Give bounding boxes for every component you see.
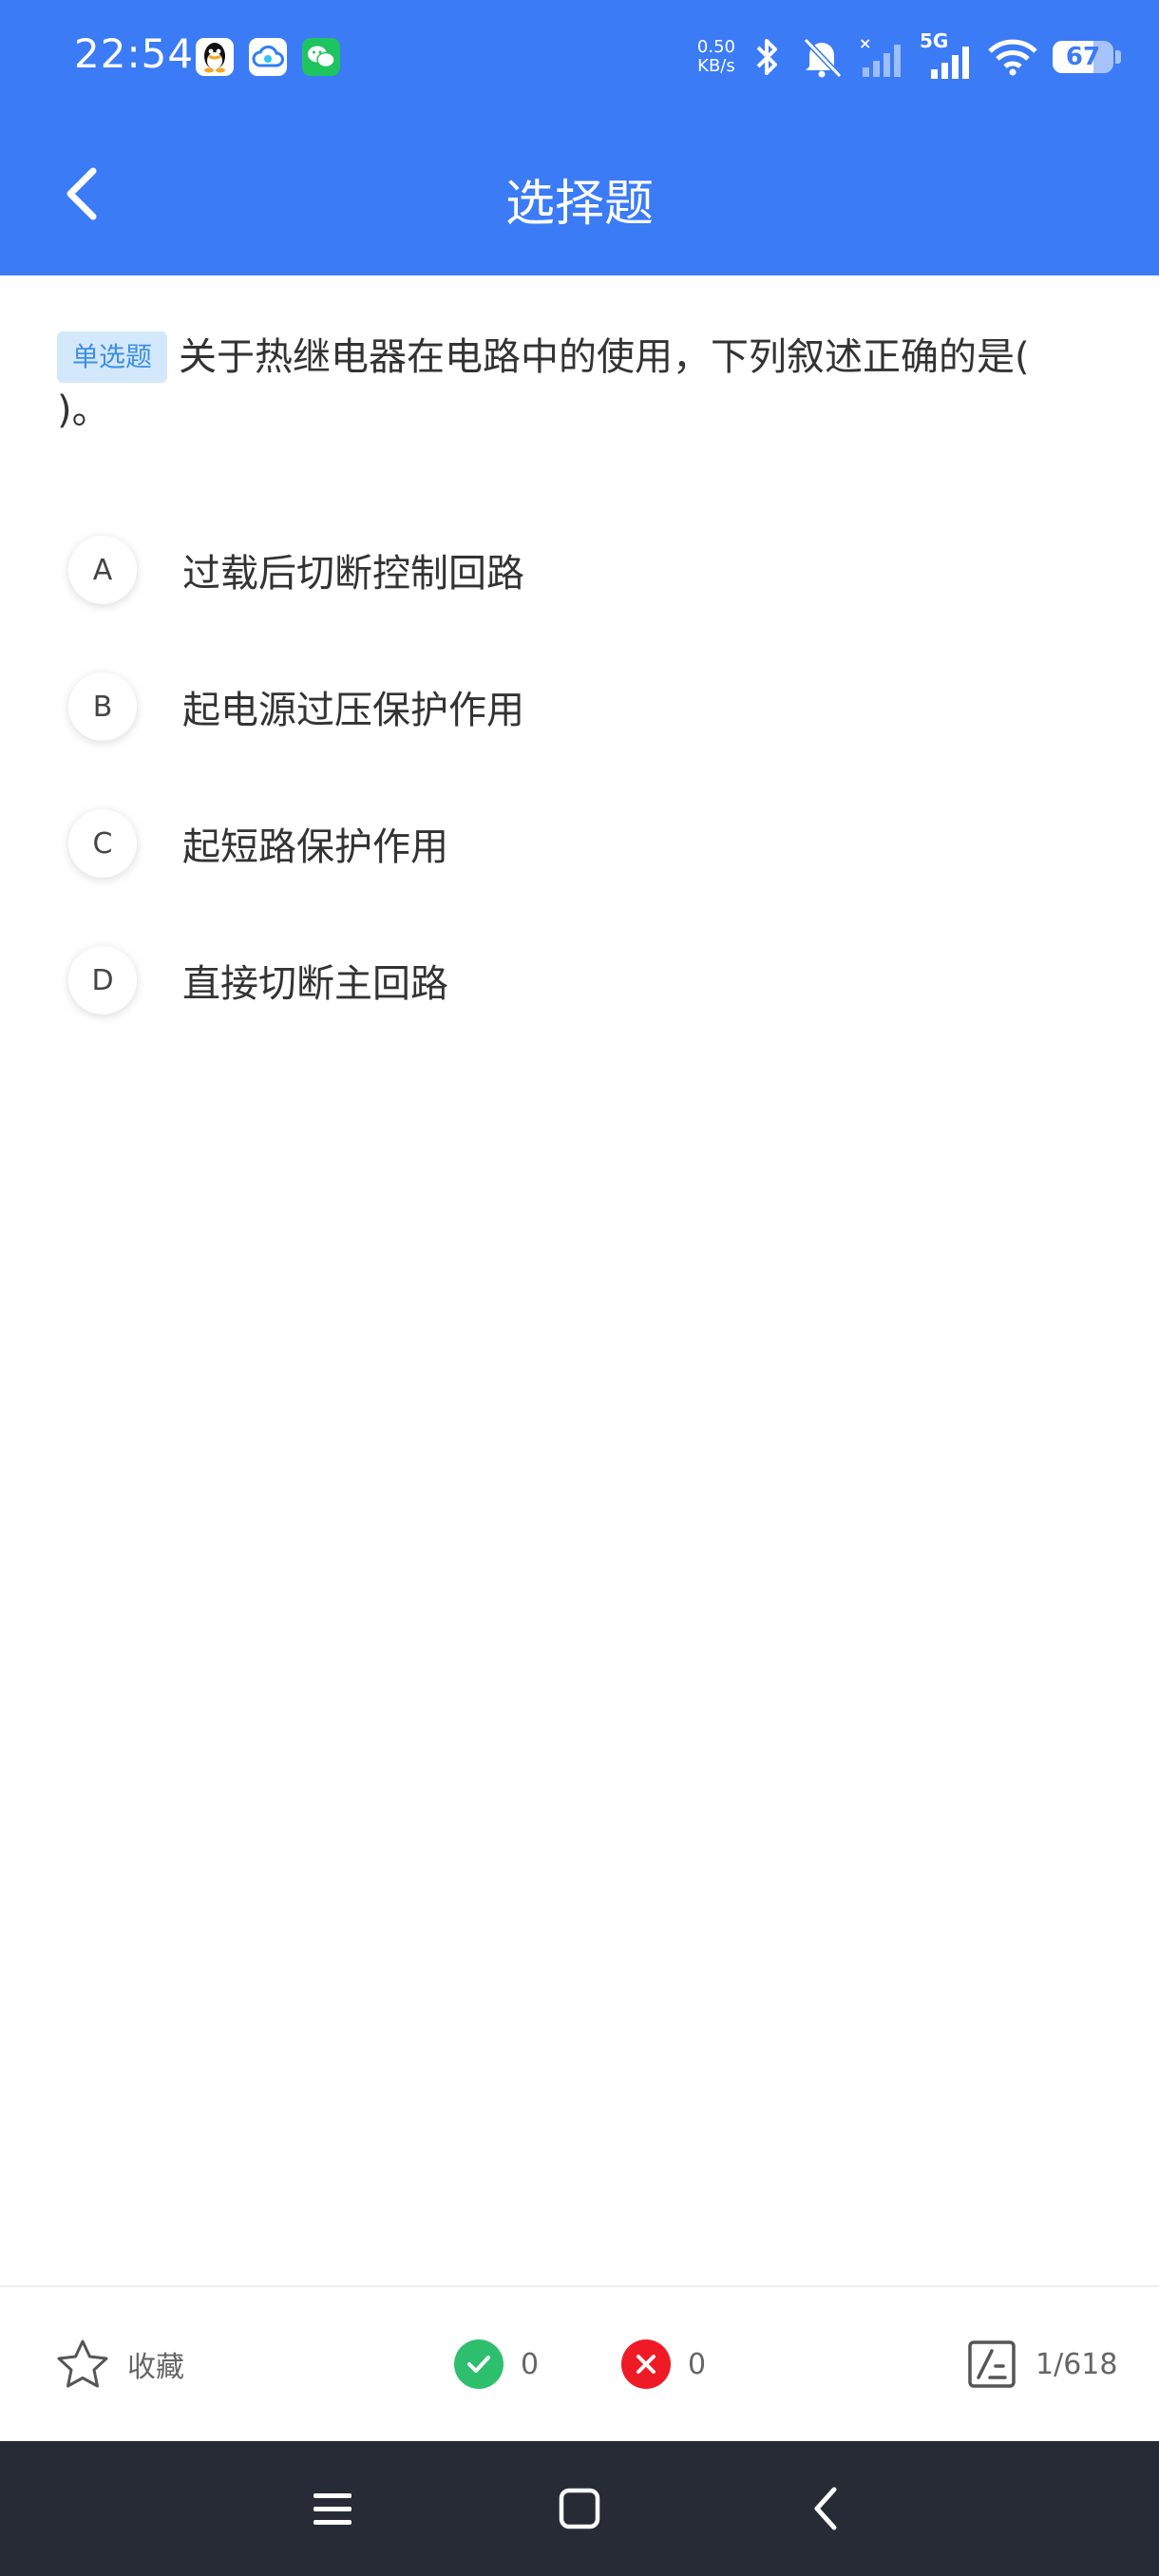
- battery-tip: [1115, 50, 1121, 64]
- answer-sheet-icon: [968, 2340, 1016, 2388]
- battery-icon: 67: [1053, 41, 1121, 73]
- favorite-label: 收藏: [127, 2351, 184, 2384]
- nav-back-button[interactable]: [793, 2475, 860, 2542]
- answer-sheet-button[interactable]: 1/618: [965, 2287, 1117, 2441]
- menu-icon: [314, 2493, 352, 2525]
- wrong-count-value: 0: [688, 2347, 707, 2381]
- page-title: 选择题: [504, 176, 654, 233]
- cross-circle-icon: [621, 2339, 671, 2389]
- status-time: 22:54: [74, 30, 195, 77]
- question-type-badge: 单选题: [57, 331, 168, 383]
- home-square-icon: [559, 2488, 600, 2529]
- option-letter: C: [68, 809, 137, 878]
- correct-count-value: 0: [521, 2347, 540, 2381]
- wifi-icon: [988, 39, 1037, 76]
- option-text: 过载后切断控制回路: [182, 552, 524, 596]
- menu-button[interactable]: [299, 2475, 366, 2542]
- check-circle-icon: [454, 2339, 504, 2389]
- wechat-icon: [302, 38, 340, 76]
- bluetooth-icon: [756, 39, 777, 75]
- status-indicators: 0.50 KB/s × 5G 67: [697, 28, 1121, 85]
- back-arrow-icon: [814, 2487, 837, 2530]
- option-a[interactable]: A 过载后切断控制回路: [68, 532, 1018, 608]
- option-letter: B: [68, 672, 137, 741]
- mute-bell-icon: [803, 37, 843, 78]
- option-d[interactable]: D 直接切断主回路: [68, 942, 1018, 1018]
- option-c[interactable]: C 起短路保护作用: [68, 805, 1018, 881]
- signal-icon-sim1: ×: [859, 35, 901, 77]
- star-icon: [57, 2339, 108, 2388]
- net-speed-value: 0.50: [696, 37, 735, 57]
- correct-count: 0: [454, 2287, 539, 2441]
- option-text: 直接切断主回路: [182, 962, 448, 1006]
- cloud-icon: [249, 38, 287, 76]
- battery-level: 67: [1065, 43, 1101, 71]
- home-button[interactable]: [546, 2475, 613, 2542]
- option-text: 起电源过压保护作用: [182, 689, 524, 732]
- bottom-toolbar: 收藏 0 0 1/618: [0, 2285, 1159, 2441]
- wrong-count: 0: [621, 2287, 706, 2441]
- status-bar: 22:54 0.50 KB/s × 5G 67: [0, 0, 1159, 114]
- net-speed: 0.50 KB/s: [697, 38, 735, 76]
- svg-text:×: ×: [859, 35, 871, 52]
- signal-icon-sim2: 5G: [920, 29, 973, 81]
- option-letter: A: [68, 536, 137, 604]
- favorite-button[interactable]: 收藏: [55, 2287, 184, 2441]
- question-text: 关于热继电器在电路中的使用，下列叙述正确的是( )。: [57, 335, 1030, 432]
- option-letter: D: [68, 946, 137, 1014]
- app-header: 选择题: [0, 114, 1159, 275]
- qq-icon: [196, 38, 234, 76]
- question-stem: 单选题 关于热继电器在电路中的使用，下列叙述正确的是( )。: [57, 331, 1064, 437]
- battery-body: 67: [1053, 41, 1113, 73]
- question-progress: 1/618: [1036, 2347, 1118, 2381]
- option-text: 起短路保护作用: [182, 825, 448, 869]
- net-speed-unit: KB/s: [697, 56, 735, 76]
- system-nav-bar: [0, 2441, 1159, 2576]
- option-b[interactable]: B 起电源过压保护作用: [68, 669, 1018, 745]
